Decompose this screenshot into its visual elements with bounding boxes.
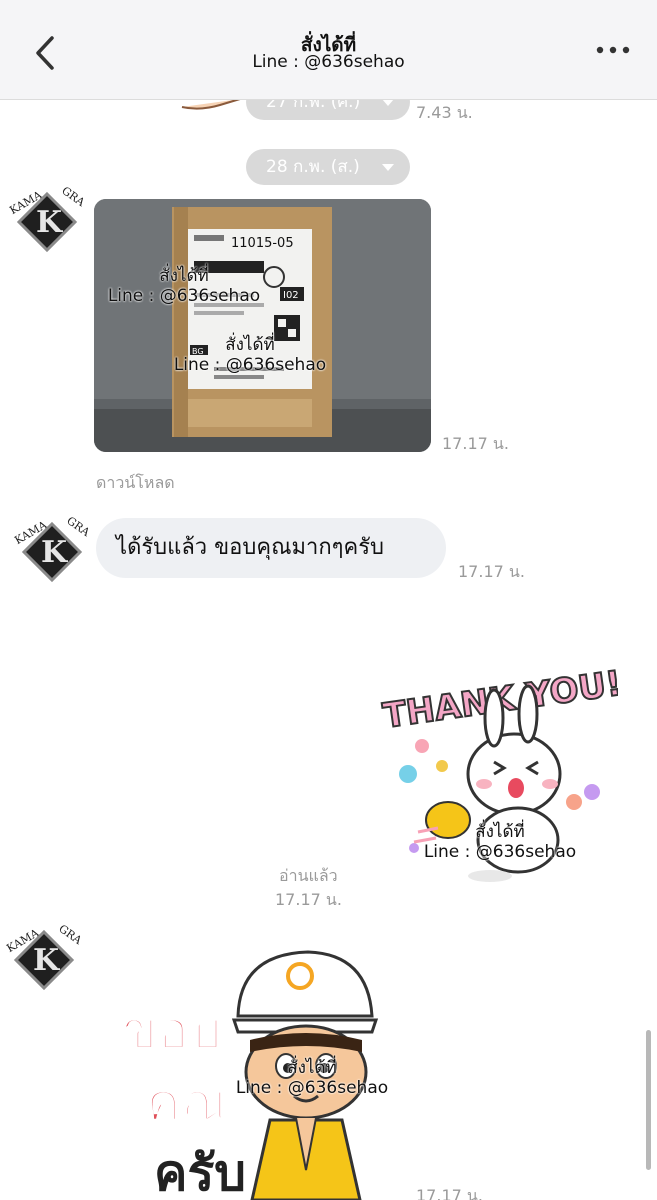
svg-text:คุณ: คุณ bbox=[146, 1073, 229, 1135]
read-receipt: อ่านแล้ว bbox=[279, 866, 338, 885]
svg-text:K: K bbox=[36, 205, 63, 240]
sent-sticker-time: 17.17 น. bbox=[275, 890, 342, 909]
more-dots-icon bbox=[596, 46, 630, 54]
svg-text:ขอบ: ขอบ bbox=[122, 1001, 222, 1061]
more-button[interactable] bbox=[595, 40, 631, 60]
svg-text:K: K bbox=[41, 535, 68, 570]
watermark: สั่งได้ที่ Line : @636sehao bbox=[107, 266, 261, 306]
photo-message[interactable]: 11015-05 I02 BG bbox=[94, 199, 431, 452]
avatar[interactable]: KAMA GRA K bbox=[10, 510, 94, 594]
watermark: สั่งได้ที่ Line : @636sehao bbox=[173, 335, 327, 375]
svg-text:GRA: GRA bbox=[64, 514, 93, 540]
svg-text:K: K bbox=[33, 943, 60, 978]
received-sticker-time: 17.17 น. bbox=[416, 1186, 483, 1200]
chat-header: สั่งได้ที่ Line : @636sehao bbox=[0, 0, 657, 100]
svg-text:GRA: GRA bbox=[59, 184, 88, 210]
avatar[interactable]: KAMA GRA K bbox=[5, 180, 89, 264]
download-link[interactable]: ดาวน์โหลด bbox=[96, 471, 175, 496]
message-bubble[interactable]: ได้รับแล้ว ขอบคุณมากๆครับ bbox=[96, 518, 446, 578]
caret-down-icon bbox=[382, 99, 394, 106]
date-chip[interactable]: 28 ก.พ. (ส.) bbox=[246, 149, 410, 185]
message-text: ได้รับแล้ว ขอบคุณมากๆครับ bbox=[116, 535, 384, 560]
watermark: สั่งได้ที่ Line : @636sehao bbox=[423, 822, 577, 862]
message-time: 17.17 น. bbox=[458, 562, 525, 581]
svg-text:GRA: GRA bbox=[56, 922, 85, 948]
chat-subtitle: Line : @636sehao bbox=[252, 52, 405, 72]
avatar[interactable]: KAMA GRA K bbox=[2, 918, 86, 1002]
prev-message-time: 7.43 น. bbox=[416, 103, 473, 122]
svg-text:11015-05: 11015-05 bbox=[231, 236, 294, 251]
received-sticker-time-clip: 17.17 น. bbox=[416, 1184, 496, 1200]
photo-time: 17.17 น. bbox=[442, 434, 509, 453]
scrollbar[interactable] bbox=[646, 1030, 651, 1170]
svg-text:I02: I02 bbox=[283, 290, 299, 301]
svg-text:ครับ: ครับ bbox=[154, 1144, 246, 1200]
watermark: สั่งได้ที่ Line : @636sehao bbox=[235, 1058, 389, 1098]
caret-down-icon bbox=[382, 164, 394, 171]
